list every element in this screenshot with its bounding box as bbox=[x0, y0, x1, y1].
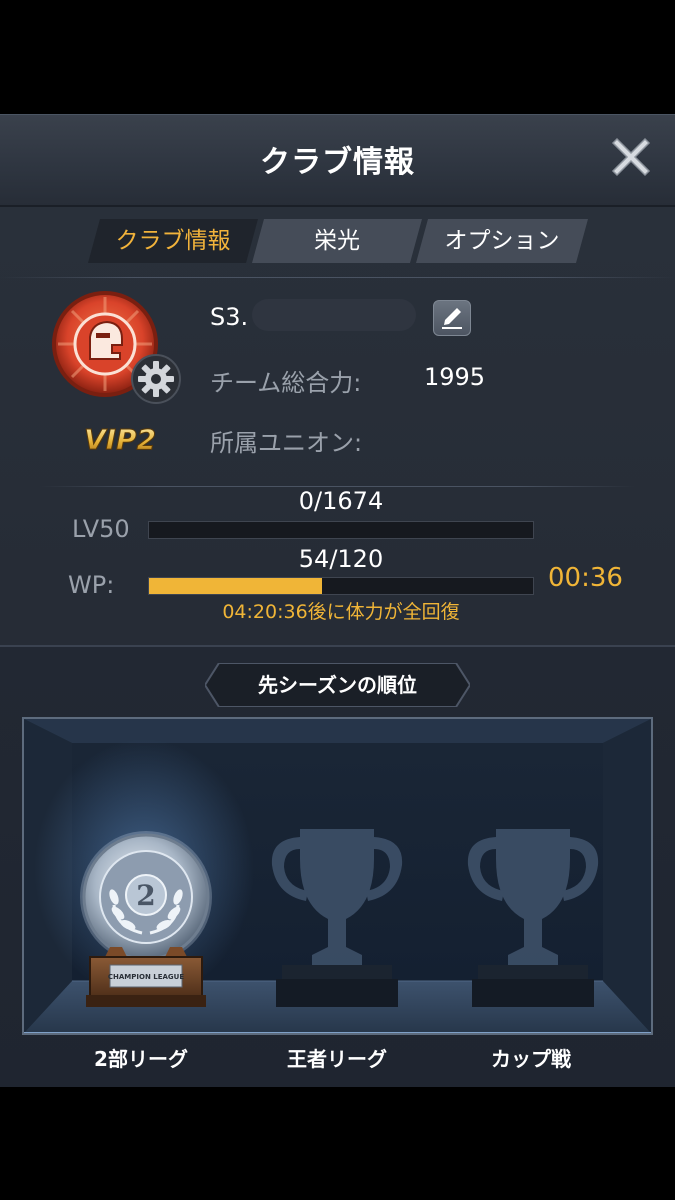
tab-club-info-label: クラブ情報 bbox=[115, 228, 231, 254]
club-info-panel: クラブ情報 クラブ情報 栄光 オプション VIP2 S3. チーム総合力: 19… bbox=[0, 114, 675, 1087]
last-season-section: 先シーズンの順位 2 CHAMPION LEAGUE 2部リーグ 王者リーグ カ… bbox=[0, 645, 675, 1087]
tab-glory[interactable]: 栄光 bbox=[252, 219, 422, 263]
vip-badge: VIP2 bbox=[84, 423, 156, 456]
wp-timer: 00:36 bbox=[548, 563, 623, 593]
club-name: S3. bbox=[210, 303, 249, 331]
trophy-label-second-league: 2部リーグ bbox=[94, 1047, 188, 1071]
gear-icon[interactable] bbox=[130, 353, 182, 405]
trophy-label-cup: カップ戦 bbox=[491, 1047, 571, 1071]
edit-name-button[interactable] bbox=[433, 300, 471, 336]
wp-progress-bar bbox=[148, 577, 534, 595]
pencil-icon bbox=[442, 308, 462, 329]
tab-glory-label: 栄光 bbox=[314, 228, 360, 254]
tab-options[interactable]: オプション bbox=[416, 219, 588, 263]
divider bbox=[0, 277, 675, 278]
trophy-label-king-league: 王者リーグ bbox=[287, 1047, 387, 1071]
level-progress-bar bbox=[148, 521, 534, 539]
page-title: クラブ情報 bbox=[260, 145, 415, 180]
silver-medal-trophy-icon[interactable]: 2 CHAMPION LEAGUE bbox=[76, 819, 216, 1019]
club-name-redacted bbox=[252, 299, 416, 331]
wp-progress-fill bbox=[149, 578, 322, 594]
vip-text: VIP2 bbox=[84, 423, 156, 455]
plaque-text: CHAMPION LEAGUE bbox=[108, 973, 184, 981]
level-progress-text: 0/1674 bbox=[298, 487, 384, 515]
team-power-value: 1995 bbox=[424, 363, 486, 391]
team-power-label: チーム総合力: bbox=[210, 369, 362, 397]
cup-competition-icon[interactable] bbox=[458, 819, 608, 1019]
close-icon[interactable] bbox=[603, 129, 659, 185]
wp-recover-text: 04:20:36後に体力が全回復 bbox=[222, 601, 460, 623]
wp-label: WP: bbox=[68, 571, 115, 599]
tab-club-info[interactable]: クラブ情報 bbox=[88, 219, 258, 263]
level-label: LV50 bbox=[72, 515, 130, 543]
union-label: 所属ユニオン: bbox=[210, 429, 363, 457]
tab-bar: クラブ情報 栄光 オプション bbox=[88, 219, 588, 263]
wp-progress-text: 54/120 bbox=[298, 545, 384, 573]
tab-options-label: オプション bbox=[444, 228, 560, 254]
header: クラブ情報 bbox=[0, 115, 675, 207]
season-title: 先シーズンの順位 bbox=[258, 673, 417, 697]
medal-rank: 2 bbox=[136, 879, 155, 912]
king-league-cup-icon[interactable] bbox=[262, 819, 412, 1019]
screen: クラブ情報 クラブ情報 栄光 オプション VIP2 S3. チーム総合力: 19… bbox=[0, 0, 675, 1200]
